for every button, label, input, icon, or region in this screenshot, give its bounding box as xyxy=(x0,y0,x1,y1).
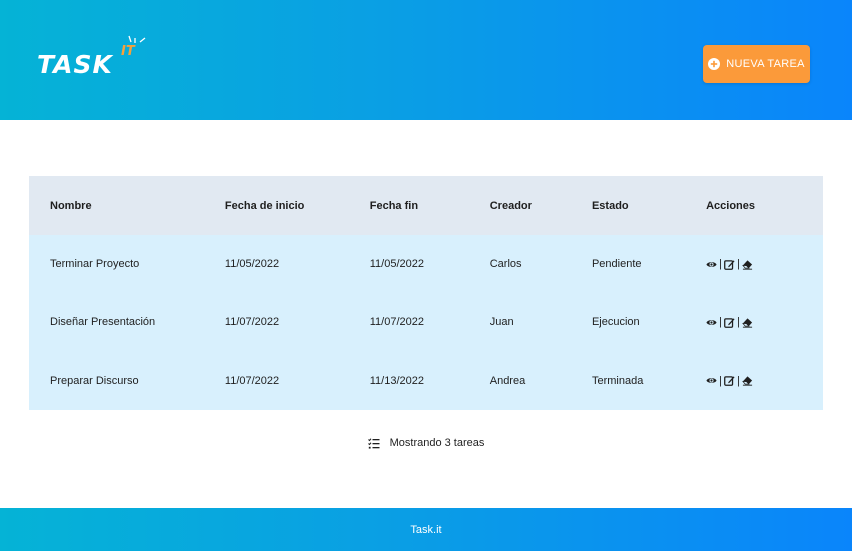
plus-circle-icon xyxy=(708,58,721,70)
column-header-acciones: Acciones xyxy=(706,199,755,212)
cell-inicio: 11/05/2022 xyxy=(224,258,280,271)
table-row: Diseñar Presentación 11/07/2022 11/07/20… xyxy=(29,293,823,352)
cell-estado: Ejecucion xyxy=(591,316,640,329)
edit-icon[interactable] xyxy=(724,317,735,328)
table-row: Preparar Discurso 11/07/2022 11/13/2022 … xyxy=(29,351,823,410)
cell-nombre: Preparar Discurso xyxy=(50,374,139,387)
app-header: TASK IT NUEVA TAREA xyxy=(0,0,852,120)
cell-nombre: Terminar Proyecto xyxy=(50,258,140,271)
cell-fin: 11/13/2022 xyxy=(369,374,424,387)
eye-icon[interactable] xyxy=(706,375,717,386)
task-count-summary: Mostrando 3 tareas xyxy=(0,437,852,449)
row-actions: | | xyxy=(706,316,823,328)
cell-estado: Terminada xyxy=(591,374,644,387)
tasks-table: Nombre Fecha de inicio Fecha fin Creador… xyxy=(29,176,823,410)
row-actions: | | xyxy=(706,375,823,387)
action-separator: | xyxy=(719,316,722,329)
cell-acciones: | | xyxy=(706,235,823,293)
checklist-icon xyxy=(367,437,380,449)
column-header-estado: Estado xyxy=(591,199,629,212)
cell-nombre: Diseñar Presentación xyxy=(50,316,156,329)
column-header-fecha-fin: Fecha fin xyxy=(369,199,419,212)
eraser-icon[interactable] xyxy=(741,317,753,328)
eraser-icon[interactable] xyxy=(741,375,753,386)
app-logo[interactable]: TASK IT xyxy=(37,35,157,90)
action-separator: | xyxy=(736,374,740,387)
new-task-button[interactable]: NUEVA TAREA xyxy=(703,45,810,83)
action-separator: | xyxy=(719,374,722,387)
column-header-fecha-inicio: Fecha de inicio xyxy=(224,199,305,212)
cell-fin: 11/07/2022 xyxy=(369,316,424,329)
row-actions: | | xyxy=(706,258,823,270)
cell-estado: Pendiente xyxy=(591,258,642,271)
eye-icon[interactable] xyxy=(706,317,717,328)
cell-creador: Andrea xyxy=(489,374,526,387)
column-header-creador: Creador xyxy=(489,199,532,212)
table-header-row: Nombre Fecha de inicio Fecha fin Creador… xyxy=(29,176,823,235)
cell-creador: Carlos xyxy=(489,258,522,271)
logo-text: TASK xyxy=(37,50,113,79)
cell-acciones: | | xyxy=(706,352,823,410)
eraser-icon[interactable] xyxy=(741,259,753,270)
eye-icon[interactable] xyxy=(706,259,717,270)
footer-text: Task.it xyxy=(410,523,442,536)
cell-inicio: 11/07/2022 xyxy=(224,316,280,329)
logo-sup-text: IT xyxy=(121,44,135,59)
edit-icon[interactable] xyxy=(724,375,735,387)
app-footer: Task.it xyxy=(0,508,852,551)
action-separator: | xyxy=(736,258,740,271)
cell-acciones: | | xyxy=(706,293,823,351)
cell-inicio: 11/07/2022 xyxy=(224,374,280,387)
action-separator: | xyxy=(719,258,722,271)
column-header-nombre: Nombre xyxy=(50,199,92,212)
edit-icon[interactable] xyxy=(724,259,735,270)
cell-fin: 11/05/2022 xyxy=(369,258,424,271)
new-task-label: NUEVA TAREA xyxy=(726,58,805,70)
table-row: Terminar Proyecto 11/05/2022 11/05/2022 … xyxy=(29,235,823,294)
cell-creador: Juan xyxy=(489,316,514,329)
task-count-text: Mostrando 3 tareas xyxy=(389,437,485,449)
action-separator: | xyxy=(736,316,740,329)
